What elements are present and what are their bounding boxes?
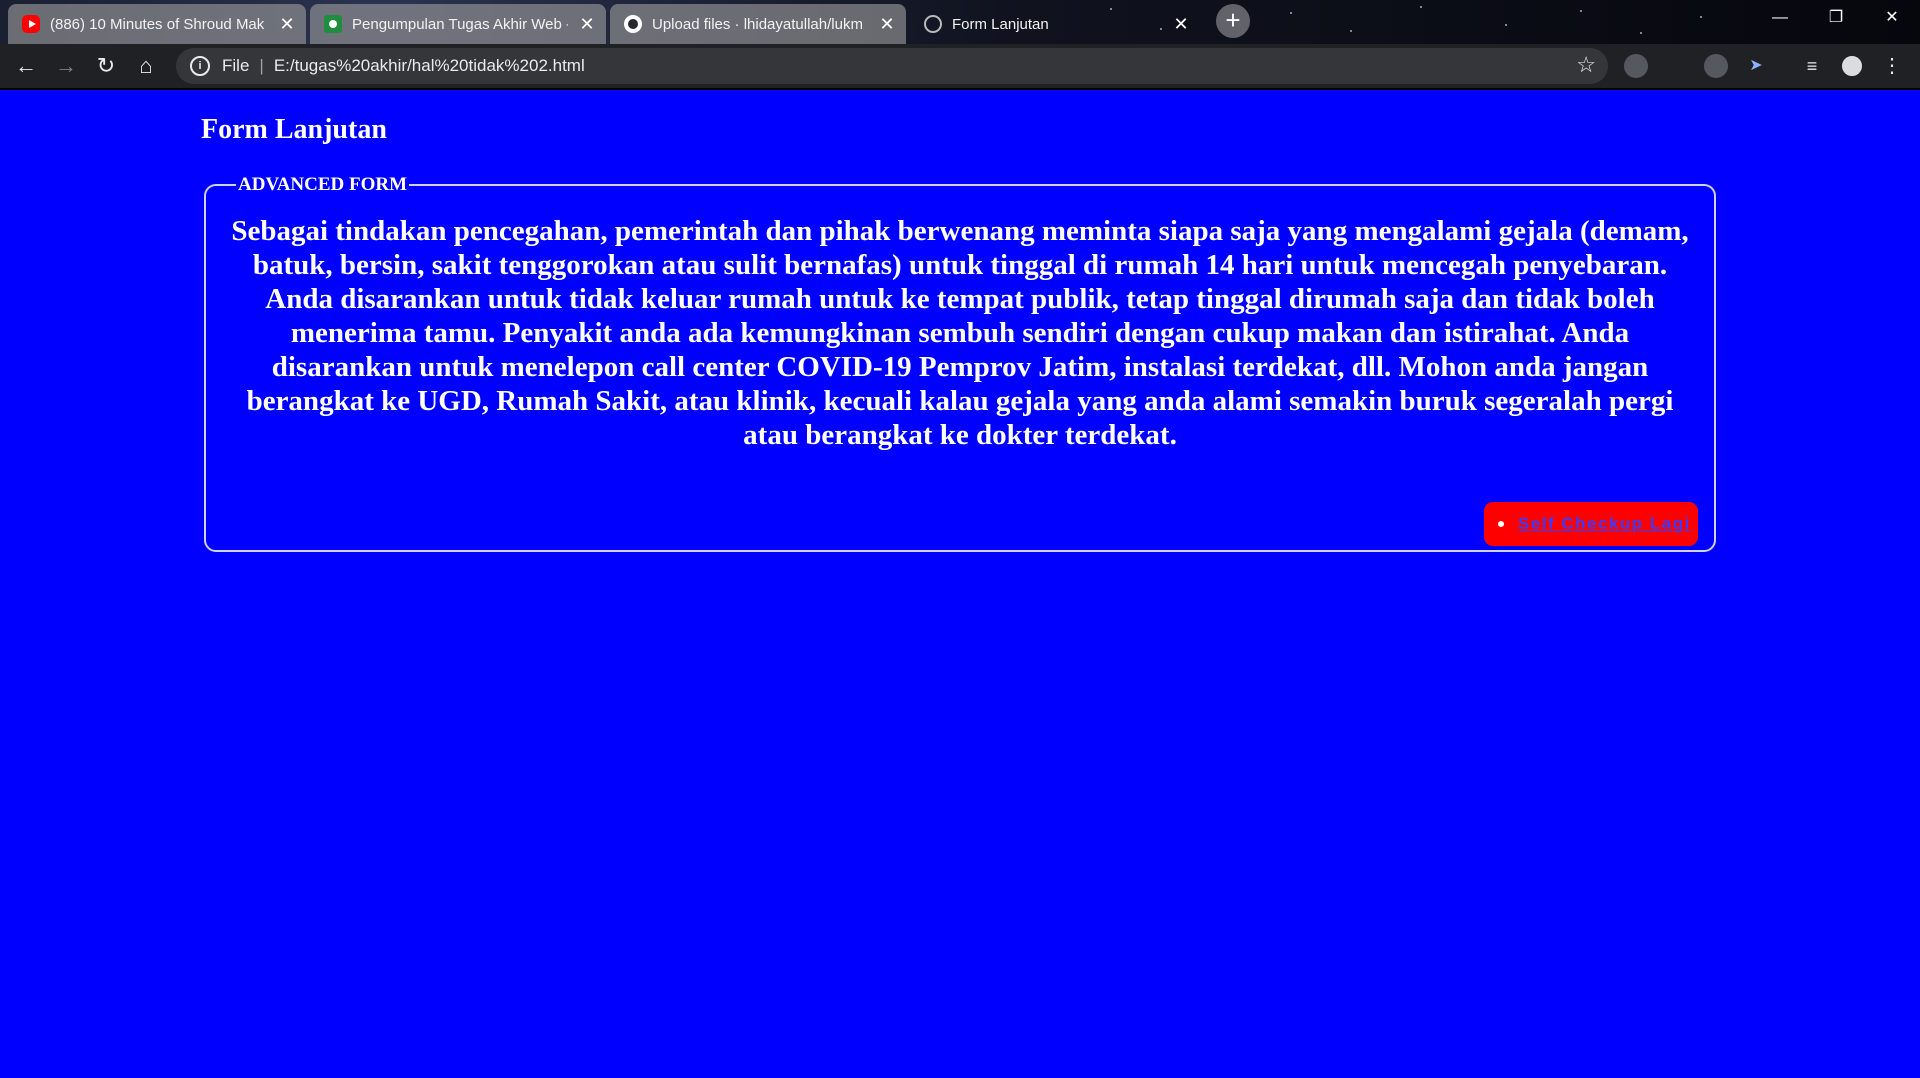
bookmark-star-icon[interactable]: ☆ [1576, 52, 1596, 78]
tab-title: Form Lanjutan [952, 15, 1049, 33]
tab-title: Pengumpulan Tugas Akhir Web - [352, 15, 568, 33]
page-icon [924, 15, 942, 33]
close-tab-icon[interactable]: ✕ [1172, 14, 1190, 35]
reload-icon[interactable]: ↻ [92, 52, 120, 80]
page-content: Form Lanjutan ADVANCED FORM Sebagai tind… [0, 90, 1920, 1078]
close-tab-icon[interactable]: ✕ [278, 14, 296, 35]
back-arrow-icon[interactable]: ← [12, 52, 40, 80]
tab-youtube[interactable]: (886) 10 Minutes of Shroud Mak ✕ [8, 4, 306, 44]
close-tab-icon[interactable]: ✕ [578, 14, 596, 35]
tab-strip: (886) 10 Minutes of Shroud Mak ✕ Pengump… [0, 0, 1920, 44]
extension-icon[interactable] [1704, 54, 1728, 78]
youtube-icon [22, 15, 40, 33]
extension-icon[interactable] [1624, 54, 1648, 78]
info-icon[interactable]: i [190, 56, 210, 76]
tab-github[interactable]: Upload files · lhidayatullah/lukm ✕ [610, 4, 906, 44]
tab-title: (886) 10 Minutes of Shroud Mak [50, 15, 265, 33]
page-title: Form Lanjutan [201, 114, 387, 145]
tab-form-lanjutan[interactable]: Form Lanjutan ✕ [910, 4, 1200, 44]
fieldset-legend: ADVANCED FORM [238, 174, 408, 195]
self-checkup-button[interactable]: Self Checkup Lagi [1484, 502, 1698, 546]
address-bar[interactable]: i File | E:/tugas%20akhir/hal%20tidak%20… [176, 48, 1608, 84]
close-window-button[interactable]: ✕ [1864, 0, 1920, 36]
menu-kebab-icon[interactable]: ⋮ [1880, 54, 1904, 78]
advanced-form-fieldset: ADVANCED FORM Sebagai tindakan pencegaha… [204, 174, 1716, 552]
new-tab-button[interactable]: + [1216, 4, 1250, 38]
restore-button[interactable]: ❐ [1808, 0, 1864, 36]
scheme-label: File [222, 56, 250, 75]
separator: | [259, 56, 264, 75]
close-tab-icon[interactable]: ✕ [878, 14, 896, 35]
github-icon [624, 15, 642, 33]
bullet-icon [1498, 521, 1504, 527]
home-icon[interactable]: ⌂ [132, 52, 160, 80]
self-checkup-link[interactable]: Self Checkup Lagi [1518, 514, 1691, 534]
tab-title: Upload files · lhidayatullah/lukm [652, 15, 863, 33]
tab-classroom[interactable]: Pengumpulan Tugas Akhir Web - ✕ [310, 4, 606, 44]
profile-avatar-icon[interactable] [1840, 54, 1864, 78]
advice-paragraph: Sebagai tindakan pencegahan, pemerintah … [231, 215, 1689, 451]
browser-toolbar: ← → ↻ ⌂ i File | E:/tugas%20akhir/hal%20… [0, 44, 1920, 88]
classroom-icon [324, 15, 342, 33]
cast-icon[interactable]: ➤ [1744, 54, 1768, 78]
minimize-button[interactable]: — [1752, 0, 1808, 36]
media-controls-icon[interactable]: ≡ [1800, 54, 1824, 78]
forward-arrow-icon[interactable]: → [52, 52, 80, 80]
url-text[interactable]: E:/tugas%20akhir/hal%20tidak%202.html [274, 56, 585, 76]
